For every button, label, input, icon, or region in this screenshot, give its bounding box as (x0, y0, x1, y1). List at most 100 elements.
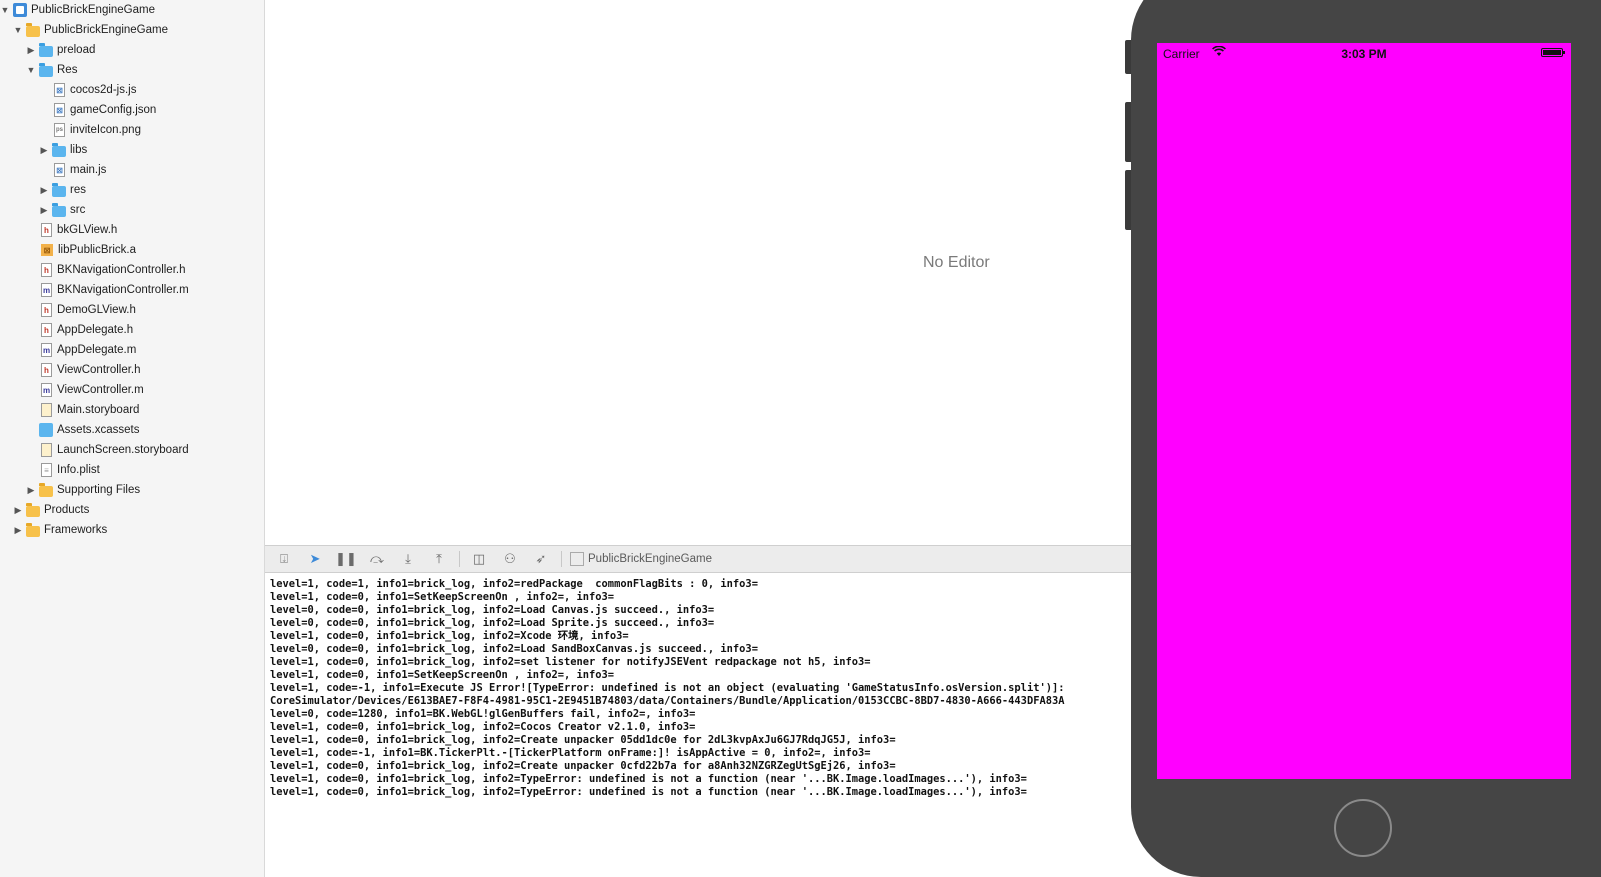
navigator-item[interactable]: h AppDelegate.h (0, 320, 264, 340)
step-into-icon: ⤓ (405, 551, 411, 566)
disclosure-open-icon[interactable]: ▼ (26, 65, 36, 75)
console-line: level=1, code=0, info1=brick_log, info2=… (270, 630, 629, 642)
navigator-item[interactable]: Main.storyboard (0, 400, 264, 420)
disclosure-open-icon[interactable]: ▼ (13, 25, 23, 35)
navigator-item-label: bkGLView.h (57, 224, 118, 236)
disclosure-open-icon[interactable]: ▼ (0, 5, 10, 15)
disclosure-closed-icon[interactable]: ▶ (13, 505, 23, 515)
console-line: level=1, code=0, info1=brick_log, info2=… (270, 656, 871, 668)
navigator-item[interactable]: ⊠ cocos2d-js.js (0, 80, 264, 100)
folder-yellow-icon (26, 522, 40, 537)
console-line: level=1, code=0, info1=brick_log, info2=… (270, 786, 1027, 798)
navigator-item[interactable]: ▶ libs (0, 140, 264, 160)
navigator-item[interactable]: h DemoGLView.h (0, 300, 264, 320)
breakpoints-toggle-button[interactable]: ➤ (304, 549, 326, 569)
navigator-item[interactable]: ▶ Products (0, 500, 264, 520)
js-file-icon: ⊠ (54, 103, 65, 117)
navigator-item[interactable]: ⊠ libPublicBrick.a (0, 240, 264, 260)
console-line: level=1, code=0, info1=brick_log, info2=… (270, 760, 896, 772)
navigator-item-label: Supporting Files (57, 484, 141, 496)
navigator-item[interactable]: m ViewController.m (0, 380, 264, 400)
navigator-item-label: src (70, 204, 86, 216)
navigator-item[interactable]: ps inviteIcon.png (0, 120, 264, 140)
console-line: level=1, code=-1, info1=BK.TickerPlt.-[T… (270, 747, 871, 759)
project-navigator: ▼ PublicBrickEngineGame ▼ PublicBrickEngine… (0, 0, 265, 877)
navigator-item[interactable]: ▼ PublicBrickEngineGame (0, 20, 264, 40)
hide-debug-area-button[interactable]: ⍗ (273, 549, 295, 569)
navigator-item-label: Main.storyboard (57, 404, 140, 416)
navigator-item-label: Products (44, 504, 90, 516)
navigator-item-label: Res (57, 64, 78, 76)
pause-button[interactable]: ❚❚ (335, 549, 357, 569)
header-file-icon: h (41, 363, 52, 377)
battery-level (1543, 50, 1561, 55)
navigator-item[interactable]: m BKNavigationController.m (0, 280, 264, 300)
navigator-item[interactable]: ⊠ gameConfig.json (0, 100, 264, 120)
navigator-item[interactable]: m AppDelegate.m (0, 340, 264, 360)
image-file-icon: ps (54, 123, 65, 137)
navigator-item[interactable]: ▶ preload (0, 40, 264, 60)
home-button[interactable] (1334, 799, 1392, 857)
disclosure-closed-icon[interactable]: ▶ (39, 205, 49, 215)
navigator-item[interactable]: ▶ src (0, 200, 264, 220)
js-file-icon: ⊠ (54, 83, 65, 97)
console-line: level=0, code=1280, info1=BK.WebGL!glGen… (270, 708, 696, 720)
console-line: level=1, code=0, info1=brick_log, info2=… (270, 773, 1027, 785)
navigator-item-label: libs (70, 144, 88, 156)
folder-blue-icon (52, 182, 66, 197)
disclosure-closed-icon[interactable]: ▶ (13, 525, 23, 535)
folder-yellow-icon (26, 502, 40, 517)
view-hierarchy-icon: ◫ (472, 551, 486, 566)
step-out-button[interactable]: ⤒ (428, 549, 450, 569)
folder-blue-icon (39, 42, 53, 57)
navigator-item-label: inviteIcon.png (70, 124, 141, 136)
navigator-item-label: preload (57, 44, 96, 56)
navigator-item[interactable]: ▼ PublicBrickEngineGame (0, 0, 264, 20)
console-output[interactable]: level=1, code=1, info1=brick_log, info2=… (265, 573, 1131, 877)
js-file-icon: ⊠ (54, 163, 65, 177)
navigator-item[interactable]: h ViewController.h (0, 360, 264, 380)
navigator-item-label: cocos2d-js.js (70, 84, 137, 96)
navigator-item[interactable]: h bkGLView.h (0, 220, 264, 240)
navigator-item[interactable]: ▶ Supporting Files (0, 480, 264, 500)
navigator-item-label: BKNavigationController.m (57, 284, 189, 296)
navigator-item[interactable]: h BKNavigationController.h (0, 260, 264, 280)
navigator-item[interactable]: ⊠ main.js (0, 160, 264, 180)
simulator-screen[interactable]: Carrier 3:03 PM (1157, 43, 1571, 779)
view-hierarchy-button[interactable]: ◫ (468, 549, 490, 569)
folder-blue-icon (39, 62, 53, 77)
step-into-button[interactable]: ⤓ (397, 549, 419, 569)
navigator-item[interactable]: ▶ res (0, 180, 264, 200)
assets-icon (39, 423, 53, 437)
navigator-item-label: AppDelegate.h (57, 324, 134, 336)
navigator-item[interactable]: Assets.xcassets (0, 420, 264, 440)
memory-graph-button[interactable]: ⚇ (499, 549, 521, 569)
navigator-item-label: PublicBrickEngineGame (44, 24, 169, 36)
navigator-item[interactable]: ▶ Frameworks (0, 520, 264, 540)
console-line: level=0, code=0, info1=brick_log, info2=… (270, 604, 715, 616)
step-over-button[interactable]: ⤼ (366, 549, 388, 569)
folder-yellow-icon (39, 482, 53, 497)
simulate-location-button[interactable]: ➶ (530, 549, 552, 569)
navigator-item[interactable]: ≡ Info.plist (0, 460, 264, 480)
disclosure-closed-icon[interactable]: ▶ (26, 485, 36, 495)
navigator-item[interactable]: LaunchScreen.storyboard (0, 440, 264, 460)
disclosure-closed-icon[interactable]: ▶ (39, 145, 49, 155)
console-line: level=1, code=0, info1=brick_log, info2=… (270, 721, 696, 733)
header-file-icon: h (41, 323, 52, 337)
navigator-item[interactable]: ▼ Res (0, 60, 264, 80)
pause-icon: ❚❚ (335, 551, 357, 566)
debug-target-name[interactable]: PublicBrickEngineGame (588, 553, 712, 565)
disclosure-closed-icon[interactable]: ▶ (26, 45, 36, 55)
disclosure-closed-icon[interactable]: ▶ (39, 185, 49, 195)
objc-file-icon: m (41, 383, 52, 397)
